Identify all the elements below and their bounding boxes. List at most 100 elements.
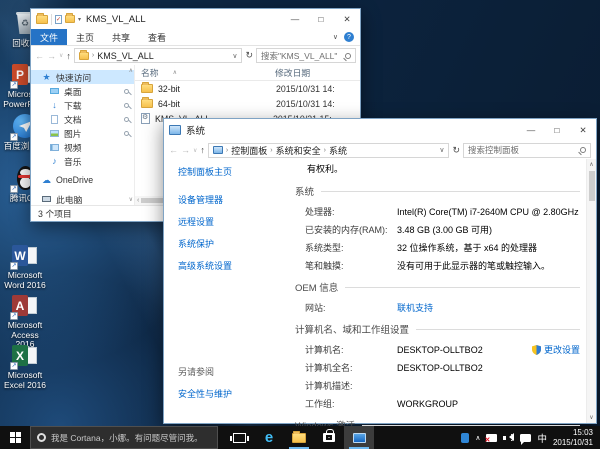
- window-title: 系统: [186, 123, 205, 137]
- file-row-64bit[interactable]: 64-bit 2015/10/31 14:: [135, 96, 360, 111]
- minimize-button[interactable]: —: [282, 9, 308, 29]
- ribbon-tab-view[interactable]: 查看: [139, 29, 175, 45]
- up-icon[interactable]: ↑: [200, 145, 205, 155]
- close-button[interactable]: ✕: [334, 9, 360, 29]
- link-system-protection[interactable]: 系统保护: [178, 237, 291, 250]
- up-icon[interactable]: ↑: [66, 51, 71, 61]
- see-also-header: 另请参阅: [178, 365, 232, 378]
- forward-icon[interactable]: →: [47, 51, 56, 61]
- refresh-icon[interactable]: ↻: [452, 145, 460, 156]
- breadcrumb-folder[interactable]: KMS_VL_ALL: [97, 51, 154, 61]
- nav-scroll-down-icon[interactable]: ∨: [129, 196, 133, 203]
- system-title-bar[interactable]: 系统 — □ ✕: [164, 119, 596, 141]
- back-icon[interactable]: ←: [35, 51, 44, 61]
- new-folder-icon[interactable]: [65, 15, 75, 23]
- system-task-pane: 控制面板主页 设备管理器 远程设置 系统保护 高级系统设置 另请参阅 安全性与维…: [164, 159, 291, 423]
- file-row-32bit[interactable]: 32-bit 2015/10/31 14:: [135, 81, 360, 96]
- info-row-processor: 处理器: Intel(R) Core(TM) i7-2640M CPU @ 2.…: [305, 205, 580, 218]
- close-button[interactable]: ✕: [570, 119, 596, 141]
- link-device-manager[interactable]: 设备管理器: [178, 193, 291, 206]
- scroll-up-icon[interactable]: ∧: [587, 161, 596, 168]
- ime-indicator[interactable]: 中: [537, 431, 547, 445]
- nav-item-desktop[interactable]: 桌面: [31, 84, 134, 98]
- nav-item-music[interactable]: ♪ 音乐: [31, 154, 134, 168]
- address-dropdown-chevron-icon[interactable]: ∨: [232, 52, 237, 60]
- recent-locations-chevron-icon[interactable]: ∨: [59, 52, 63, 59]
- help-icon[interactable]: ?: [344, 32, 354, 42]
- edge-button[interactable]: e: [254, 426, 284, 449]
- system-address-bar: ← → ∨ ↑ › 控制面板 › 系统和安全 › 系统 ∨ ↻ 搜索控制面板: [164, 141, 596, 159]
- address-breadcrumb[interactable]: › 控制面板 › 系统和安全 › 系统 ∨: [208, 143, 450, 158]
- address-breadcrumb[interactable]: › KMS_VL_ALL ∨: [74, 48, 243, 63]
- column-header-name[interactable]: 名称 ∧: [141, 66, 275, 79]
- start-button[interactable]: [0, 426, 30, 449]
- task-view-button[interactable]: [224, 426, 254, 449]
- link-control-panel-home[interactable]: 控制面板主页: [178, 165, 291, 178]
- explorer-search-input[interactable]: 搜索"KMS_VL_ALL": [256, 48, 356, 63]
- scrollbar-thumb[interactable]: [589, 171, 595, 201]
- scroll-down-icon[interactable]: ∨: [587, 414, 596, 421]
- ribbon-tab-file[interactable]: 文件: [31, 29, 67, 45]
- system-info-content: 有权利。 系统 处理器: Intel(R) Core(TM) i7-2640M …: [291, 159, 586, 423]
- search-placeholder: 搜索控制面板: [468, 144, 519, 156]
- item-count: 3 个项目: [38, 207, 72, 220]
- copyright-text: 有权利。: [307, 162, 582, 175]
- nav-item-documents[interactable]: 文档: [31, 112, 134, 126]
- vertical-scrollbar[interactable]: ∧ ∨: [586, 159, 596, 423]
- windows-logo-icon: [10, 432, 21, 443]
- nav-item-quick-access[interactable]: ★ 快速访问: [31, 70, 134, 84]
- minimize-button[interactable]: —: [518, 119, 544, 141]
- nav-item-downloads[interactable]: ↓ 下载: [31, 98, 134, 112]
- desktop-icon-excel[interactable]: X↗ Microsoft Excel 2016: [2, 342, 48, 390]
- link-security-maintenance[interactable]: 安全性与维护: [178, 387, 232, 400]
- qat-customize-chevron-icon[interactable]: ▾: [78, 16, 81, 23]
- column-headers: 名称 ∧ 修改日期: [135, 65, 360, 81]
- pin-icon: [124, 117, 129, 122]
- ribbon-tab-home[interactable]: 主页: [67, 29, 103, 45]
- file-explorer-button[interactable]: [284, 426, 314, 449]
- volume-icon[interactable]: [503, 432, 514, 443]
- show-hidden-icons-chevron-icon[interactable]: ∧: [475, 434, 480, 442]
- link-advanced-system-settings[interactable]: 高级系统设置: [178, 259, 291, 272]
- properties-icon[interactable]: [55, 15, 62, 24]
- ribbon-tab-share[interactable]: 共享: [103, 29, 139, 45]
- action-center-icon[interactable]: [520, 434, 531, 442]
- network-disconnected-icon[interactable]: ✕: [486, 434, 497, 442]
- taskbar: 我是 Cortana，小娜。有问题尽管问我。 e ∧ ✕ 中 15:03 201…: [0, 426, 600, 449]
- change-settings-link[interactable]: 更改设置: [544, 343, 580, 356]
- column-header-date[interactable]: 修改日期: [275, 66, 310, 79]
- breadcrumb-system-security[interactable]: 系统和安全: [276, 144, 321, 157]
- desktop-icon-word[interactable]: W↗ Microsoft Word 2016: [2, 242, 48, 290]
- nav-item-onedrive[interactable]: ☁ OneDrive: [31, 173, 134, 187]
- desktop-icon-access[interactable]: A↗ Microsoft Access 2016: [2, 292, 48, 350]
- explorer-title-bar[interactable]: ▾ KMS_VL_ALL — □ ✕: [31, 9, 360, 29]
- refresh-icon[interactable]: ↻: [245, 50, 253, 61]
- system-window-icon: [353, 433, 366, 443]
- store-button[interactable]: [314, 426, 344, 449]
- nav-scroll-up-icon[interactable]: ∧: [129, 67, 133, 74]
- nav-item-pictures[interactable]: 图片: [31, 126, 134, 140]
- nav-item-this-pc[interactable]: 此电脑: [31, 192, 134, 206]
- folder-icon: [79, 52, 89, 60]
- breadcrumb-control-panel[interactable]: 控制面板: [231, 144, 267, 157]
- sort-ascending-icon: ∧: [173, 69, 177, 76]
- nav-item-videos[interactable]: 视频: [31, 140, 134, 154]
- maximize-button[interactable]: □: [308, 9, 334, 29]
- system-window-button[interactable]: [344, 426, 374, 449]
- shortcut-arrow-icon: ↗: [10, 312, 18, 320]
- taskbar-clock[interactable]: 15:03 2015/10/31: [553, 428, 596, 447]
- cortana-search-box[interactable]: 我是 Cortana，小娜。有问题尽管问我。: [30, 426, 218, 449]
- section-header-computer-name: 计算机名、域和工作组设置: [295, 322, 582, 336]
- link-online-support[interactable]: 联机支持: [397, 301, 433, 314]
- control-panel-search-input[interactable]: 搜索控制面板: [463, 143, 591, 158]
- recent-locations-chevron-icon[interactable]: ∨: [193, 147, 197, 154]
- link-remote-settings[interactable]: 远程设置: [178, 215, 291, 228]
- forward-icon[interactable]: →: [181, 145, 190, 155]
- maximize-button[interactable]: □: [544, 119, 570, 141]
- expand-ribbon-chevron-icon[interactable]: ∨: [333, 33, 338, 41]
- address-dropdown-chevron-icon[interactable]: ∨: [439, 146, 444, 154]
- breadcrumb-system[interactable]: 系统: [329, 144, 347, 157]
- tray-app-icon[interactable]: [461, 433, 469, 443]
- see-also-section: 另请参阅 安全性与维护: [178, 365, 232, 409]
- back-icon[interactable]: ←: [169, 145, 178, 155]
